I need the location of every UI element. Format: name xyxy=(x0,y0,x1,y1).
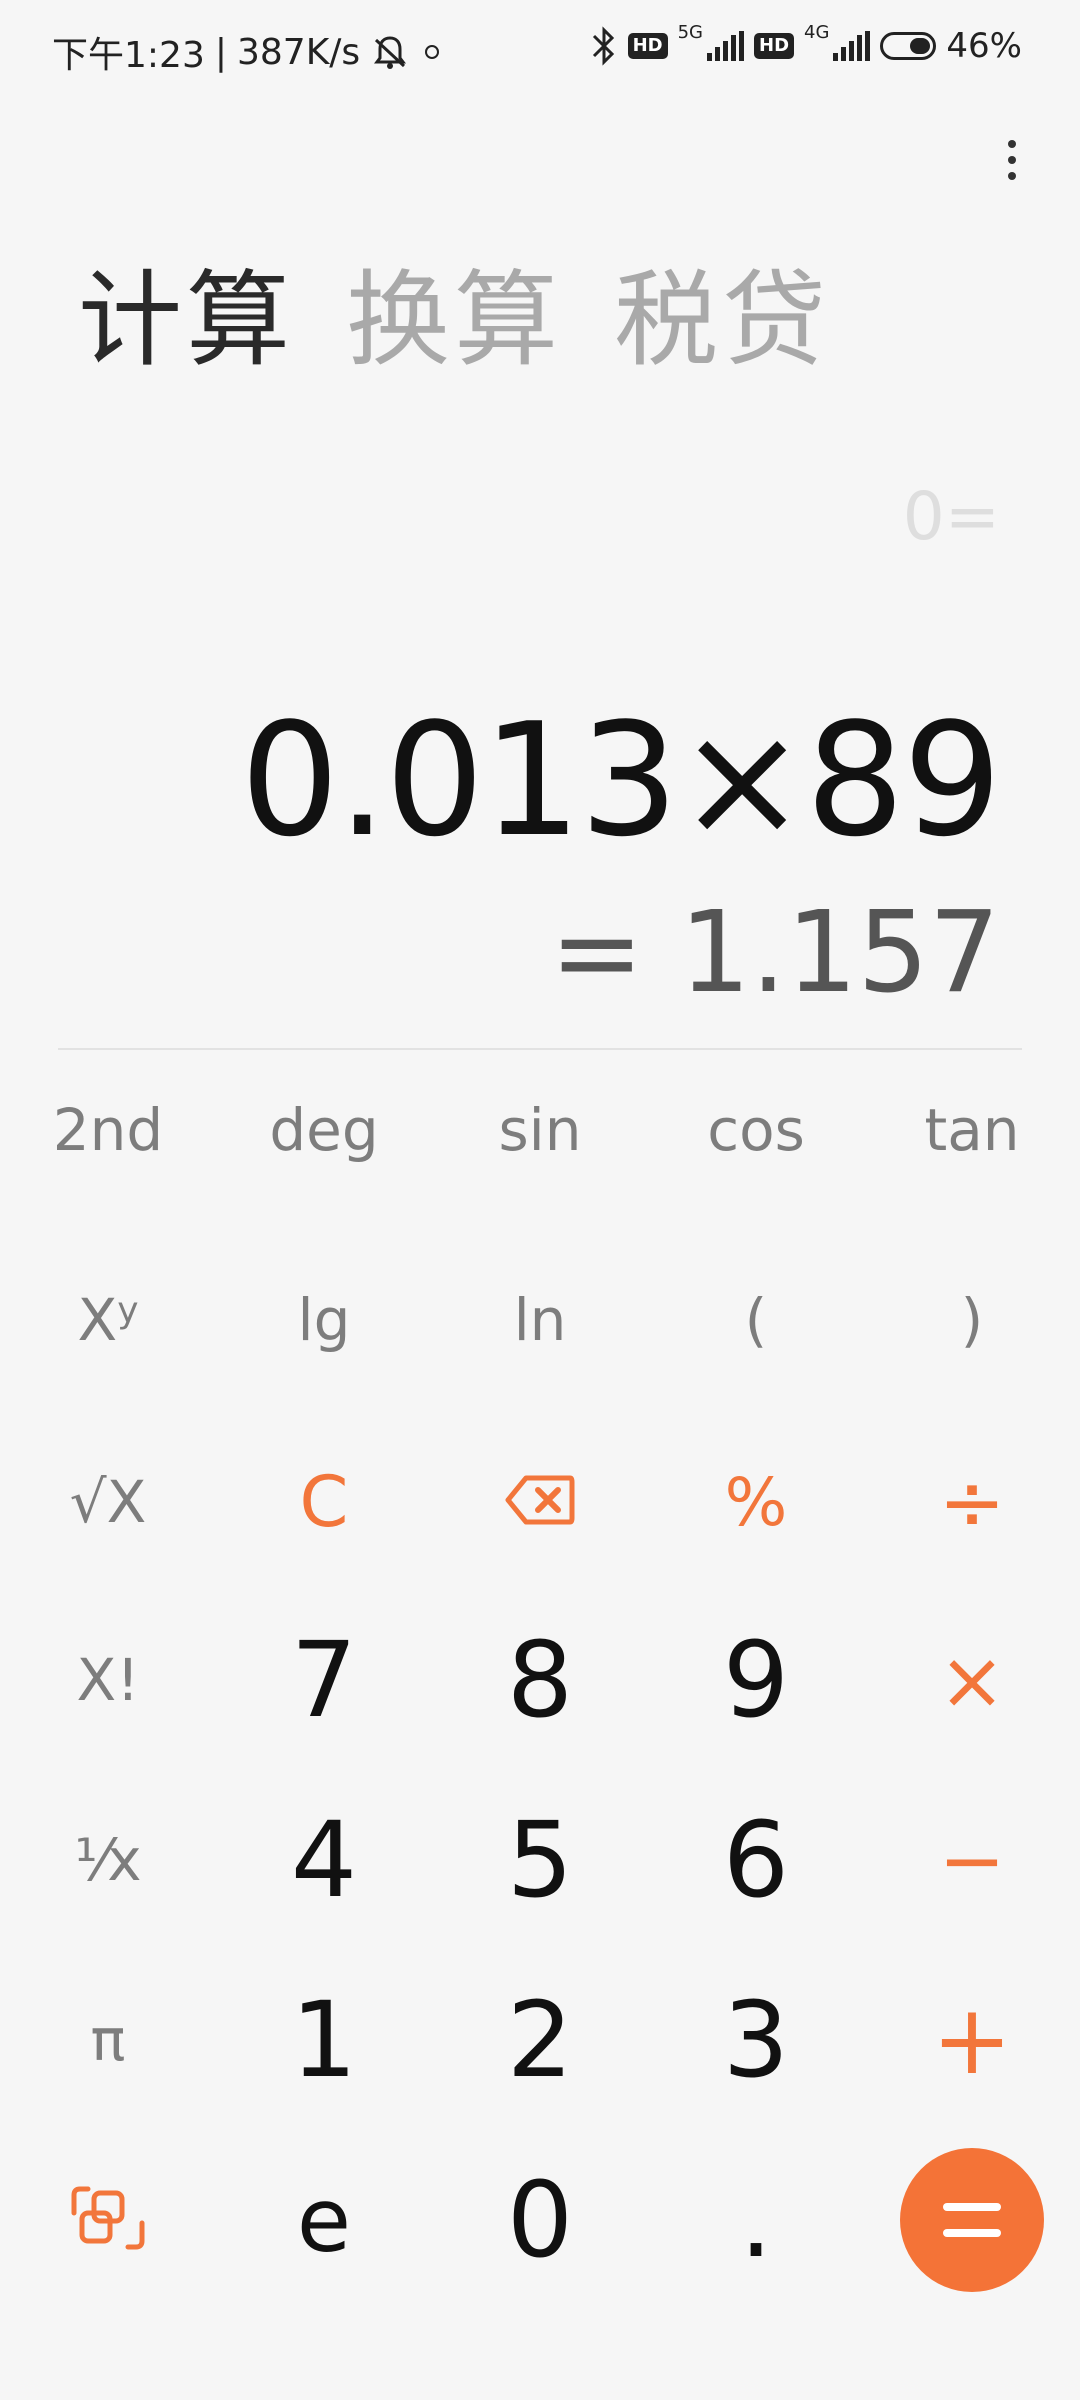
backspace-icon xyxy=(504,1474,576,1530)
second-function-key[interactable]: 2nd xyxy=(0,1060,216,1200)
tab-convert[interactable]: 换算 xyxy=(346,250,562,390)
signal-strength-icon-1 xyxy=(707,31,744,61)
battery-fill xyxy=(910,38,931,54)
reciprocal-key[interactable]: ¹⁄x xyxy=(0,1790,216,1930)
factorial-key[interactable]: X! xyxy=(0,1610,216,1750)
status-bar: 下午1:23 | 387K/s HD 5G HD 4G 46% xyxy=(0,0,1080,104)
pi-key[interactable]: π xyxy=(0,1970,216,2110)
switch-mode-key[interactable] xyxy=(0,2150,216,2290)
digit-0-key[interactable]: 0 xyxy=(432,2150,648,2290)
sqrt-key[interactable]: √X xyxy=(0,1432,216,1572)
percent-key[interactable]: % xyxy=(648,1432,864,1572)
power-key[interactable]: Xy xyxy=(0,1250,216,1390)
power-key-base: X xyxy=(77,1286,118,1354)
minus-key[interactable]: − xyxy=(864,1790,1080,1930)
cos-key[interactable]: cos xyxy=(648,1060,864,1200)
e-constant-key[interactable]: e xyxy=(216,2150,432,2290)
switch-mode-icon xyxy=(68,2183,148,2257)
notification-icon xyxy=(420,40,444,64)
status-right: HD 5G HD 4G 46% xyxy=(590,22,1022,66)
clear-key[interactable]: C xyxy=(216,1432,432,1572)
hd-badge-2: HD xyxy=(754,33,795,59)
signal-strength-icon-2 xyxy=(833,31,871,61)
status-separator: | xyxy=(214,31,227,73)
equals-circle xyxy=(900,2148,1044,2292)
more-dot-icon xyxy=(1008,156,1016,164)
equals-icon xyxy=(943,2203,1001,2237)
status-left: 下午1:23 | 387K/s xyxy=(52,26,444,78)
digit-9-key[interactable]: 9 xyxy=(648,1610,864,1750)
status-time: 下午1:23 xyxy=(52,35,205,76)
tan-key[interactable]: tan xyxy=(864,1060,1080,1200)
tab-calculate[interactable]: 计算 xyxy=(78,250,294,390)
more-dot-icon xyxy=(1008,140,1016,148)
expression-display: 0.013×89 xyxy=(240,689,1002,871)
power-key-exponent: y xyxy=(117,1289,139,1331)
right-paren-key[interactable]: ) xyxy=(864,1250,1080,1390)
digit-3-key[interactable]: 3 xyxy=(648,1970,864,2110)
digit-2-key[interactable]: 2 xyxy=(432,1970,648,2110)
digit-4-key[interactable]: 4 xyxy=(216,1790,432,1930)
mode-tabs: 计算 换算 税贷 xyxy=(78,250,830,390)
sin-key[interactable]: sin xyxy=(432,1060,648,1200)
decimal-point-key[interactable]: . xyxy=(648,2150,864,2290)
battery-icon xyxy=(880,32,937,60)
digit-1-key[interactable]: 1 xyxy=(216,1970,432,2110)
calculator-screen: 下午1:23 | 387K/s HD 5G HD 4G 46% 计算 换算 税贷… xyxy=(0,0,1080,2400)
multiply-key[interactable]: × xyxy=(864,1610,1080,1750)
digit-7-key[interactable]: 7 xyxy=(216,1610,432,1750)
equals-button[interactable] xyxy=(864,2148,1080,2292)
bluetooth-icon xyxy=(590,26,618,66)
silent-bell-icon xyxy=(370,32,410,72)
plus-key[interactable]: + xyxy=(864,1970,1080,2110)
battery-percent: 46% xyxy=(946,26,1022,66)
tab-tax-loan[interactable]: 税贷 xyxy=(614,250,830,390)
backspace-key[interactable] xyxy=(432,1432,648,1572)
digit-6-key[interactable]: 6 xyxy=(648,1790,864,1930)
network-type-2: 4G xyxy=(804,21,830,43)
network-type-1: 5G xyxy=(677,21,703,43)
left-paren-key[interactable]: ( xyxy=(648,1250,864,1390)
result-display: = 1.157 xyxy=(549,888,1000,1018)
more-options-button[interactable] xyxy=(982,130,1042,190)
network-speed: 387K/s xyxy=(236,31,361,73)
hd-badge-1: HD xyxy=(627,33,668,59)
display-divider xyxy=(58,1048,1022,1050)
history-line[interactable]: 0= xyxy=(903,478,1000,555)
deg-key[interactable]: deg xyxy=(216,1060,432,1200)
more-dot-icon xyxy=(1008,172,1016,180)
digit-5-key[interactable]: 5 xyxy=(432,1790,648,1930)
digit-8-key[interactable]: 8 xyxy=(432,1610,648,1750)
lg-key[interactable]: lg xyxy=(216,1250,432,1390)
divide-key[interactable]: ÷ xyxy=(864,1432,1080,1572)
ln-key[interactable]: ln xyxy=(432,1250,648,1390)
